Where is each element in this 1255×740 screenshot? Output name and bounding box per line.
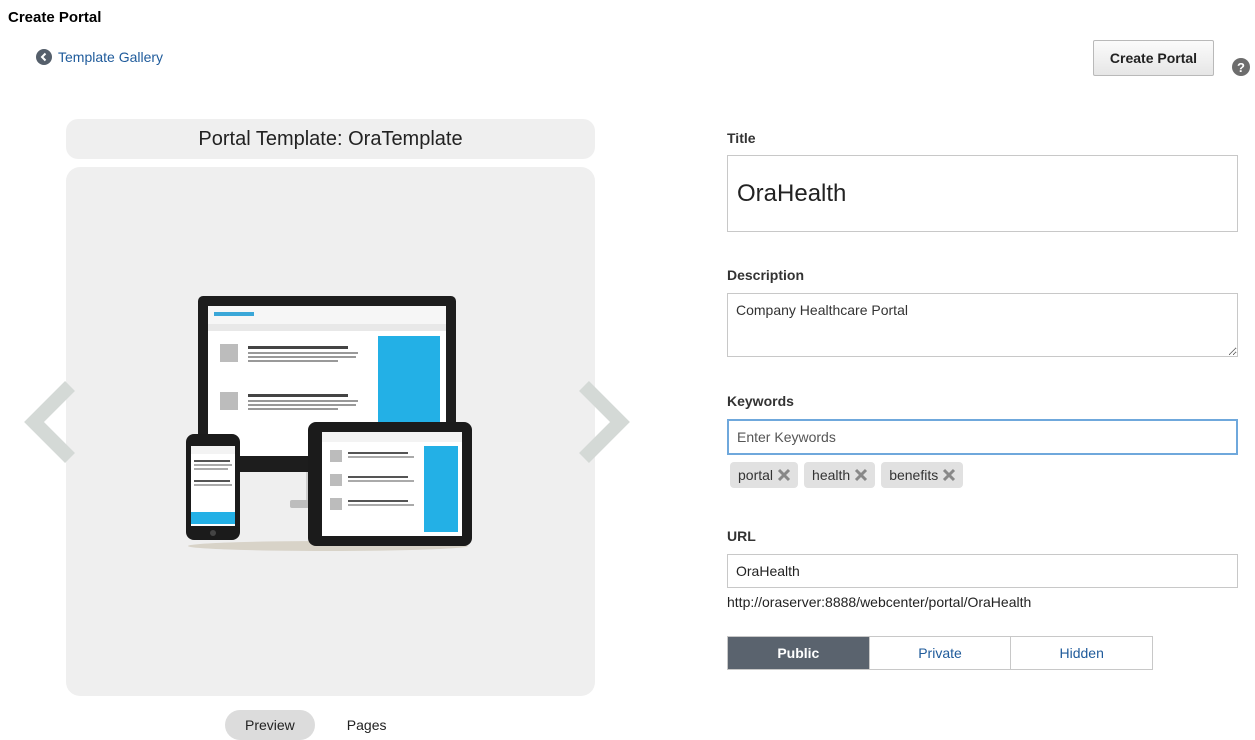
preview-tab[interactable]: Preview <box>225 710 315 740</box>
previous-arrow-icon[interactable] <box>22 380 78 469</box>
template-gallery-link[interactable]: Template Gallery <box>36 49 163 65</box>
title-label: Title <box>727 130 756 146</box>
keyword-tags: portal health benefits <box>730 462 964 488</box>
url-label: URL <box>727 528 756 544</box>
template-title: Portal Template: OraTemplate <box>66 119 595 159</box>
template-gallery-label: Template Gallery <box>58 49 164 65</box>
full-url-text: http://oraserver:8888/webcenter/portal/O… <box>727 594 1032 610</box>
page-title: Create Portal <box>8 9 102 26</box>
remove-tag-icon[interactable] <box>941 467 957 483</box>
description-label: Description <box>727 267 805 283</box>
remove-tag-icon[interactable] <box>776 467 792 483</box>
keyword-tag: portal <box>730 462 799 488</box>
create-portal-button[interactable]: Create Portal <box>1093 40 1214 76</box>
url-input[interactable] <box>727 554 1238 588</box>
description-textarea[interactable]: Company Healthcare Portal <box>727 293 1238 357</box>
keyword-tag: benefits <box>881 462 964 488</box>
template-thumbnail <box>178 296 478 558</box>
visibility-private[interactable]: Private <box>868 637 1011 669</box>
next-arrow-icon[interactable] <box>576 380 632 469</box>
keywords-label: Keywords <box>727 393 794 409</box>
remove-tag-icon[interactable] <box>853 467 869 483</box>
pages-tab[interactable]: Pages <box>327 710 407 740</box>
keyword-tag-label: benefits <box>889 467 939 483</box>
visibility-hidden[interactable]: Hidden <box>1010 637 1153 669</box>
keyword-tag-label: health <box>812 467 851 483</box>
visibility-public[interactable]: Public <box>728 637 869 669</box>
keyword-tag: health <box>804 462 876 488</box>
title-input[interactable] <box>727 155 1238 232</box>
keywords-input[interactable] <box>727 419 1238 455</box>
view-toggle: Preview Pages <box>225 710 407 740</box>
arrow-left-circle-icon <box>36 49 52 65</box>
keyword-tag-label: portal <box>738 467 774 483</box>
help-icon[interactable]: ? <box>1232 58 1250 76</box>
visibility-selector: Public Private Hidden <box>727 636 1153 670</box>
